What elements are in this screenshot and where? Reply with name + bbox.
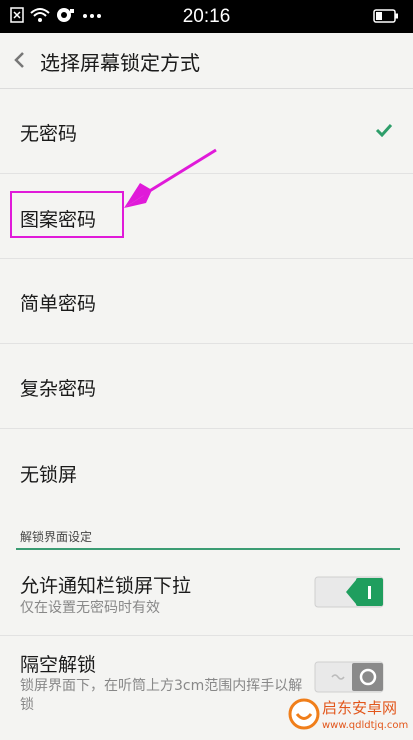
option-label: 简单密码: [20, 293, 97, 315]
watermark-name: 启东安卓网: [322, 699, 397, 717]
setting-name: 隔空解锁: [20, 654, 97, 676]
setting-desc: 锁屏界面下，在听筒上方3cm范围内挥手以解锁: [20, 678, 303, 713]
setting-desc: 仅在设置无密码时有效: [20, 600, 160, 616]
option-no-lockscreen[interactable]: 无锁屏: [0, 429, 413, 513]
option-complex-password[interactable]: 复杂密码: [0, 344, 413, 429]
section-divider: [16, 548, 400, 550]
checkmark-icon: [375, 123, 393, 137]
page-title: 选择屏幕锁定方式: [40, 51, 200, 75]
toggle-switch-off[interactable]: [314, 660, 384, 696]
setting-name: 允许通知栏锁屏下拉: [20, 575, 192, 597]
clock: 20:16: [182, 6, 231, 27]
toggle-switch-on[interactable]: [314, 575, 384, 611]
status-bar: 20:16: [0, 0, 413, 33]
highlight-box: [10, 191, 124, 238]
watermark-url: www.qdldtjq.com: [322, 720, 408, 731]
back-arrow-icon[interactable]: [12, 50, 26, 70]
option-no-password[interactable]: 无密码: [0, 89, 413, 174]
section-title: 解锁界面设定: [20, 530, 93, 544]
option-label: 无锁屏: [20, 464, 78, 486]
option-simple-password[interactable]: 简单密码: [0, 259, 413, 344]
battery-icon: [373, 9, 398, 23]
option-label: 复杂密码: [20, 378, 97, 400]
app-bar: 选择屏幕锁定方式: [0, 33, 413, 89]
watermark: 启东安卓网 www.qdldtjq.com: [288, 694, 412, 740]
option-label: 无密码: [20, 123, 78, 145]
setting-notification-pulldown: 允许通知栏锁屏下拉 仅在设置无密码时有效: [0, 551, 413, 636]
watermark-logo: 启东安卓网 www.qdldtjq.com: [288, 698, 408, 731]
